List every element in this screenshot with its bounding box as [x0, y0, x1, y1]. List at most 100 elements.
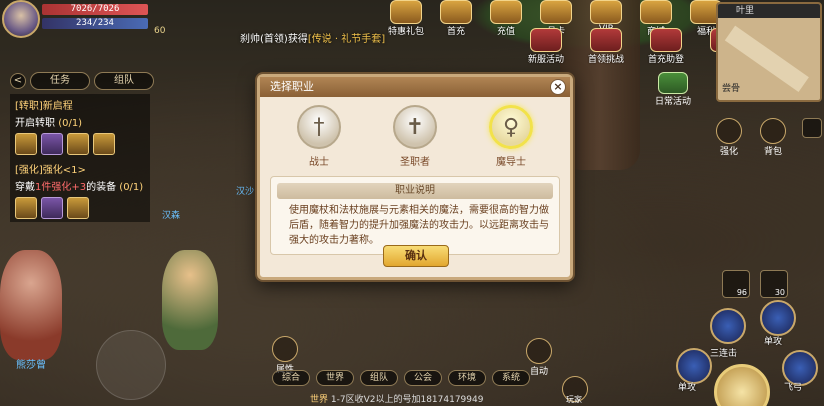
- bag-button[interactable]: 背包: [756, 118, 790, 157]
- class-option-warrior[interactable]: † 战士: [291, 105, 347, 168]
- gift-icon: [390, 0, 422, 24]
- menu-grid-icon[interactable]: [802, 118, 822, 138]
- reward-item-icon[interactable]: [67, 133, 89, 155]
- class-name: 魔导士: [496, 157, 526, 168]
- quick-items: 96 30: [722, 270, 788, 298]
- cross-icon: ✝: [393, 105, 437, 149]
- skill-button[interactable]: [676, 348, 712, 384]
- player-level: 60: [154, 26, 166, 36]
- event-label: 新服活动: [527, 55, 564, 65]
- confirm-button[interactable]: 确认: [383, 245, 449, 267]
- skill-label: 单攻: [678, 383, 697, 393]
- event-boss-challenge[interactable]: 首领挑战: [580, 28, 632, 65]
- top-menu-first-recharge[interactable]: 首充: [434, 0, 478, 37]
- chat-text: 1-7区收V2以上的号加18174179949: [330, 395, 484, 405]
- quest-tabs: < 任务 组队: [10, 72, 154, 90]
- chat-channel-tabs: 综合 世界 组队 公会 环境 系统: [272, 370, 530, 386]
- class-selection-dialog: 选择职业 × † 战士 ✝ 圣职者 ♀ 魔导士 职业说明 使用魔杖和法杖施展与元…: [257, 74, 573, 280]
- chat-tab[interactable]: 公会: [404, 370, 442, 386]
- quest-item-enhance[interactable]: [强化]强化<1> 穿戴1件强化+3的装备 (0/1): [10, 158, 150, 222]
- minimap-location: 尝骨: [722, 84, 741, 94]
- event-label: 首充助登: [647, 55, 684, 65]
- bag-label: 背包: [763, 147, 782, 157]
- npc-name: 熊莎曾: [16, 360, 46, 371]
- skill-button[interactable]: [710, 308, 746, 344]
- chat-message[interactable]: 世界 1-7区收V2以上的号加18174179949: [310, 392, 483, 405]
- dialog-title: 选择职业: [270, 80, 314, 93]
- npc-character[interactable]: [162, 250, 218, 350]
- announce-verb: 获得: [287, 34, 308, 45]
- announce-player: 刹帅(首领): [240, 34, 288, 45]
- system-announcement: 刹帅(首领)获得[传说 · 礼节手套]: [240, 30, 385, 45]
- quest-desc: 穿戴1件强化+3的装备 (0/1): [15, 178, 145, 193]
- npc-character[interactable]: [0, 250, 62, 360]
- class-options: † 战士 ✝ 圣职者 ♀ 魔导士: [260, 105, 570, 168]
- reward-item-icon[interactable]: [41, 197, 63, 219]
- player-avatar[interactable]: [2, 0, 40, 38]
- quest-desc-text: 穿戴: [15, 182, 35, 193]
- vip-icon: [590, 0, 622, 24]
- chat-tab[interactable]: 综合: [272, 370, 310, 386]
- login-bonus-icon: [650, 28, 682, 52]
- mp-bar: 234/234: [42, 18, 148, 29]
- attributes-icon: [272, 336, 298, 362]
- month-card-icon: [540, 0, 572, 24]
- chat-tab[interactable]: 世界: [316, 370, 354, 386]
- quest-desc: 开启转职 (0/1): [15, 114, 145, 129]
- daily-activity-button[interactable]: 日常活动: [650, 72, 696, 107]
- skill-label: 单攻: [764, 337, 783, 347]
- event-new-server[interactable]: 新服活动: [520, 28, 572, 65]
- reward-item-icon[interactable]: [41, 133, 63, 155]
- tab-quests[interactable]: 任务: [30, 72, 90, 90]
- tab-team[interactable]: 组队: [94, 72, 154, 90]
- reward-item-icon[interactable]: [67, 197, 89, 219]
- staff-icon: ♀: [489, 105, 533, 149]
- class-option-cleric[interactable]: ✝ 圣职者: [387, 105, 443, 168]
- skill-label: 三连击: [710, 349, 738, 359]
- bag-icon: [760, 118, 786, 144]
- skill-button[interactable]: [760, 300, 796, 336]
- top-menu-gift[interactable]: 特惠礼包: [384, 0, 428, 37]
- movement-joystick[interactable]: [96, 330, 166, 400]
- announce-item: [传说 · 礼节手套]: [307, 34, 386, 45]
- daily-activity-icon: [658, 72, 688, 94]
- chat-tab[interactable]: 系统: [492, 370, 530, 386]
- reward-item-icon[interactable]: [93, 133, 115, 155]
- class-name: 圣职者: [400, 157, 430, 168]
- quest-progress: (0/1): [119, 182, 144, 193]
- class-option-mage[interactable]: ♀ 魔导士: [483, 105, 539, 168]
- class-name: 战士: [309, 157, 329, 168]
- npc-name: 汉森: [162, 211, 181, 221]
- reward-item-icon[interactable]: [15, 133, 37, 155]
- chat-channel: 世界: [310, 395, 329, 405]
- reward-item-icon[interactable]: [15, 197, 37, 219]
- quest-title: [强化]强化<1>: [15, 165, 86, 176]
- boss-challenge-icon: [590, 28, 622, 52]
- class-description-box: 职业说明 使用魔杖和法杖施展与元素相关的魔法，需要很高的智力做后盾，随着智力的提…: [270, 176, 560, 255]
- event-label: 首领挑战: [587, 55, 624, 65]
- quick-item-slot[interactable]: 96: [722, 270, 750, 298]
- quick-item-qty: 30: [774, 288, 785, 297]
- event-login-bonus[interactable]: 首充助登: [640, 28, 692, 65]
- first-recharge-icon: [440, 0, 472, 24]
- quick-item-slot[interactable]: 30: [760, 270, 788, 298]
- close-button[interactable]: ×: [550, 79, 566, 95]
- chat-tab[interactable]: 环境: [448, 370, 486, 386]
- description-title: 职业说明: [277, 183, 553, 199]
- chat-tab[interactable]: 组队: [360, 370, 398, 386]
- hp-bar: 7026/7026: [42, 4, 148, 15]
- top-menu-label: 首充: [446, 27, 465, 37]
- quest-desc-highlight: 1件强化+3: [35, 182, 87, 193]
- quest-title: [转职]新启程: [15, 101, 73, 112]
- collapse-panel-button[interactable]: <: [10, 73, 26, 89]
- strengthen-label: 强化: [719, 147, 738, 157]
- minimap-title: 叶里: [718, 4, 820, 18]
- strengthen-button[interactable]: 强化: [712, 118, 746, 157]
- minimap[interactable]: 叶里 尝骨: [716, 2, 822, 102]
- quest-progress: (0/1): [58, 118, 83, 129]
- dialog-header: 选择职业 ×: [260, 77, 570, 97]
- player-status-bars: 7026/7026 234/234: [42, 4, 148, 32]
- auto-battle-icon: [526, 338, 552, 364]
- quest-item-job-change[interactable]: [转职]新启程 开启转职 (0/1): [10, 94, 150, 158]
- new-server-icon: [530, 28, 562, 52]
